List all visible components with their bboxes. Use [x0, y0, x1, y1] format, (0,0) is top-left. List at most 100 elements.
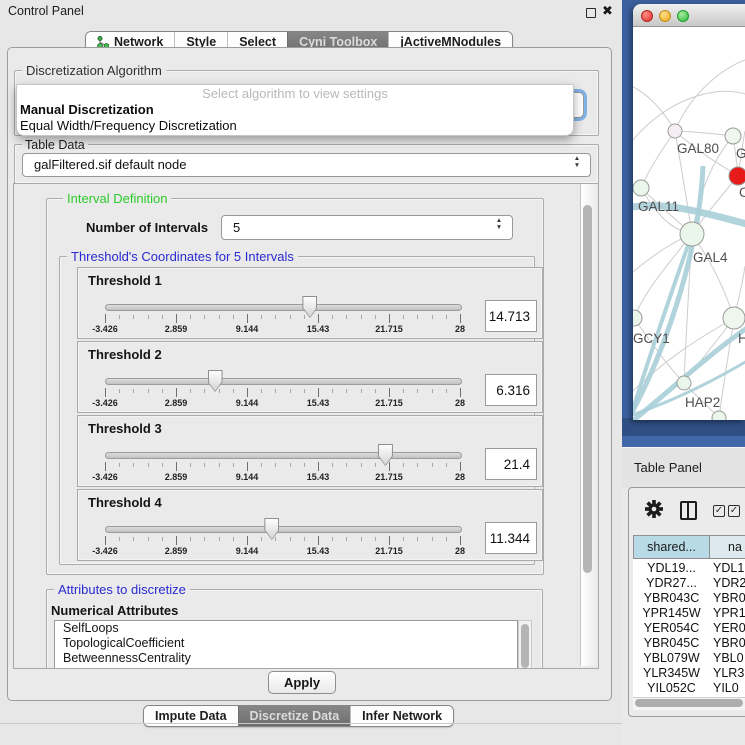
network-edge[interactable] — [633, 84, 675, 131]
network-canvas[interactable]: GAL80GACGAL11GAL4GCY1HHAP2 — [633, 26, 745, 420]
tick-mark — [133, 389, 134, 393]
tick-mark — [176, 536, 177, 545]
column-header-name[interactable]: na — [709, 535, 745, 559]
cell-shared-name: YBL079W — [633, 651, 710, 666]
table-row[interactable]: YBR045CYBR0 — [633, 636, 745, 651]
tick-mark — [432, 537, 433, 541]
gear-icon[interactable] — [644, 499, 664, 524]
node-label: H — [738, 331, 745, 346]
network-node-gal11[interactable] — [633, 180, 649, 196]
tick-mark — [261, 389, 262, 393]
network-edge[interactable] — [675, 131, 733, 136]
tick-mark — [460, 388, 461, 397]
slider-thumb[interactable] — [378, 444, 393, 466]
slider-track[interactable] — [105, 304, 462, 311]
group-title: Interval Definition — [63, 191, 171, 206]
close-icon[interactable]: ✖ — [602, 3, 613, 19]
attribute-item-topologicalcoefficient[interactable]: TopologicalCoefficient — [55, 636, 517, 651]
list-scrollbar[interactable] — [518, 620, 532, 669]
tick-mark — [162, 315, 163, 319]
minimize-traffic-light[interactable] — [659, 10, 671, 22]
slider-track[interactable] — [105, 526, 462, 533]
tick-mark — [375, 463, 376, 467]
tick-mark — [318, 388, 319, 397]
tick-mark — [460, 314, 461, 323]
tick-mark — [304, 463, 305, 467]
node-label: GCY1 — [633, 331, 670, 346]
tick-label: 9.144 — [236, 324, 259, 334]
table-row[interactable]: YDL19...YDL1 — [633, 561, 745, 576]
network-node-hap2[interactable] — [677, 376, 691, 390]
slider-track[interactable] — [105, 452, 462, 459]
numerical-attributes-list[interactable]: SelfLoopsTopologicalCoefficientBetweenne… — [54, 620, 518, 669]
table-row[interactable]: YLR345WYLR3 — [633, 666, 745, 681]
tick-mark — [176, 462, 177, 471]
algorithm-option-manual-discretization[interactable]: Manual Discretization — [17, 102, 573, 118]
tick-mark — [162, 537, 163, 541]
intervals-spinner[interactable]: 5 ▲▼ — [221, 215, 513, 240]
network-edge[interactable] — [692, 234, 734, 318]
tick-mark — [417, 537, 418, 541]
tick-mark — [204, 315, 205, 319]
bottom-tab-label: Discretize Data — [250, 709, 340, 723]
slider-track[interactable] — [105, 378, 462, 385]
table-hscrollbar-thumb[interactable] — [635, 699, 743, 707]
tick-label: 21.715 — [375, 546, 403, 556]
threshold-label: Threshold 2 — [88, 347, 162, 362]
tick-label: 28 — [455, 324, 465, 334]
network-node[interactable] — [712, 411, 726, 420]
spinner-arrows-icon[interactable]: ▲▼ — [494, 217, 504, 231]
network-node-ga[interactable] — [725, 128, 741, 144]
network-edge[interactable] — [641, 131, 675, 188]
table-row[interactable]: YBR043CYBR0 — [633, 591, 745, 606]
table-data-combobox[interactable]: galFiltered.sif default node ▲▼ — [22, 153, 591, 177]
split-view-icon[interactable] — [680, 501, 697, 520]
threshold-value-field[interactable]: 21.4 — [485, 448, 537, 480]
cell-name: YDR2 — [713, 576, 745, 591]
threshold-value-field[interactable]: 11.344 — [485, 522, 537, 554]
threshold-value-field[interactable]: 6.316 — [485, 374, 537, 406]
checkbox-checked-icon[interactable]: ✓ — [713, 505, 725, 517]
tick-label: 21.715 — [375, 324, 403, 334]
algorithm-option-equal-width-frequency-discretization[interactable]: Equal Width/Frequency Discretization — [17, 118, 573, 134]
combo-arrows-icon[interactable]: ▲▼ — [572, 155, 582, 169]
zoom-traffic-light[interactable] — [677, 10, 689, 22]
column-header-shared[interactable]: shared... — [633, 535, 710, 559]
tick-mark — [375, 537, 376, 541]
dropdown-prompt: Select algorithm to view settings — [17, 85, 573, 102]
close-traffic-light[interactable] — [641, 10, 653, 22]
threshold-value-field[interactable]: 14.713 — [485, 300, 537, 332]
cell-name: YBR0 — [713, 591, 745, 606]
network-node-gal80[interactable] — [668, 124, 682, 138]
slider-thumb[interactable] — [208, 370, 223, 392]
table-row[interactable]: YER054CYER0 — [633, 621, 745, 636]
tick-mark — [233, 463, 234, 467]
network-edge[interactable] — [719, 318, 734, 418]
control-panel-titlebar: Control Panel ✖ — [0, 0, 622, 24]
network-node-h[interactable] — [723, 307, 745, 329]
table-row[interactable]: YBL079WYBL0 — [633, 651, 745, 666]
apply-button[interactable]: Apply — [268, 671, 336, 694]
table-row[interactable]: YIL052CYIL0 — [633, 681, 745, 696]
tick-mark — [375, 315, 376, 319]
attribute-item-selfloops[interactable]: SelfLoops — [55, 621, 517, 636]
network-node-gcy1[interactable] — [633, 310, 642, 326]
checkbox-checked-icon[interactable]: ✓ — [728, 505, 740, 517]
slider-thumb[interactable] — [264, 518, 279, 540]
table-row[interactable]: YDR27...YDR2 — [633, 576, 745, 591]
network-edge[interactable] — [675, 60, 745, 131]
cell-name: YPR1 — [713, 606, 745, 621]
tick-mark — [190, 389, 191, 393]
table-row[interactable]: YPR145WYPR1 — [633, 606, 745, 621]
tick-mark — [219, 463, 220, 467]
tick-mark — [403, 537, 404, 541]
network-node-c[interactable] — [729, 167, 745, 185]
list-scrollbar-thumb[interactable] — [521, 624, 529, 668]
float-window-icon[interactable] — [586, 8, 596, 18]
attribute-item-betweennesscentrality[interactable]: BetweennessCentrality — [55, 651, 517, 666]
cell-name: YBL0 — [713, 651, 745, 666]
network-node-gal4[interactable] — [680, 222, 704, 246]
scrollpane-scrollbar-thumb[interactable] — [583, 205, 592, 573]
tick-label: -3.426 — [92, 398, 118, 408]
tick-mark — [290, 315, 291, 319]
